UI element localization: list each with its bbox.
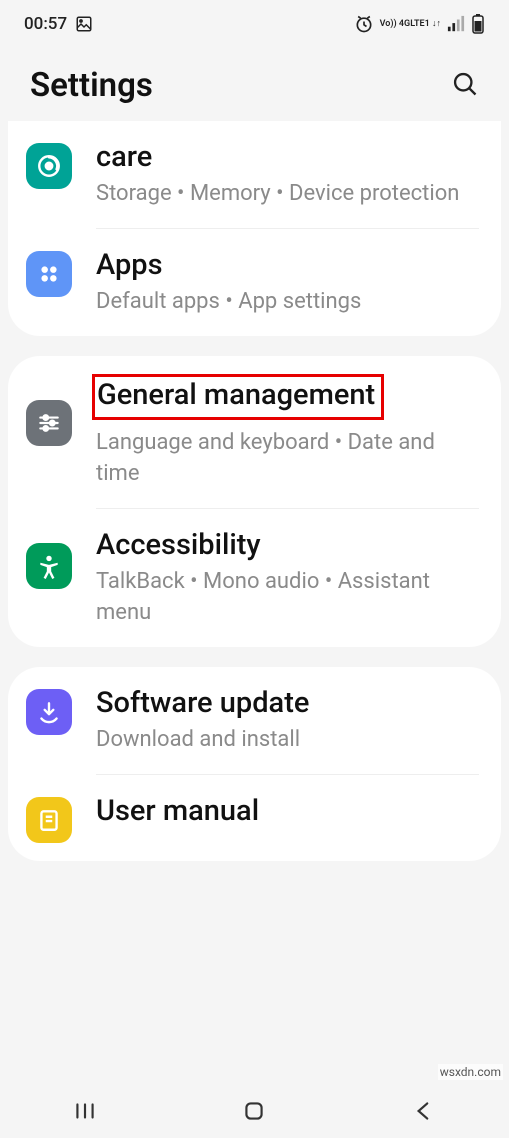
settings-item-user-manual[interactable]: User manual: [8, 775, 501, 861]
item-subtitle: Storage • Memory • Device protection: [96, 179, 479, 210]
item-title: User manual: [96, 793, 479, 829]
settings-group-3: Software update Download and install Use…: [8, 667, 501, 861]
item-title: Software update: [96, 685, 479, 721]
battery-icon: [471, 14, 485, 34]
nav-home-button[interactable]: [214, 1098, 294, 1124]
settings-item-software-update[interactable]: Software update Download and install: [8, 667, 501, 774]
status-left: 00:57: [24, 14, 93, 34]
settings-item-accessibility[interactable]: Accessibility TalkBack • Mono audio • As…: [8, 509, 501, 647]
nav-back-button[interactable]: [384, 1098, 464, 1124]
settings-item-general-management[interactable]: General management Language and keyboard…: [8, 356, 501, 508]
page-title: Settings: [30, 66, 153, 105]
status-bar: 00:57 Vo)) 4GLTE1 ↓↑: [0, 0, 509, 48]
picture-icon: [75, 15, 93, 33]
settings-item-apps[interactable]: Apps Default apps • App settings: [8, 229, 501, 336]
settings-group-2: General management Language and keyboard…: [8, 356, 501, 647]
device-care-icon: [26, 143, 72, 189]
item-title: Accessibility: [96, 527, 479, 563]
item-subtitle: TalkBack • Mono audio • Assistant menu: [96, 567, 479, 629]
item-title: General management: [97, 377, 375, 413]
nav-recents-button[interactable]: [45, 1098, 125, 1124]
item-subtitle: Download and install: [96, 725, 479, 756]
watermark: wsxdn.com: [438, 1064, 503, 1080]
item-title: care: [96, 139, 479, 175]
apps-icon: [26, 251, 72, 297]
user-manual-icon: [26, 797, 72, 843]
general-management-icon: [26, 400, 72, 446]
settings-group-1: care Storage • Memory • Device protectio…: [8, 121, 501, 336]
software-update-icon: [26, 689, 72, 735]
status-time: 00:57: [24, 14, 67, 34]
alarm-icon: [354, 14, 374, 34]
navigation-bar: [0, 1084, 509, 1138]
highlight-box: General management: [92, 374, 384, 420]
header: Settings: [0, 48, 509, 127]
item-subtitle: Default apps • App settings: [96, 287, 479, 318]
network-type-icon: Vo)) 4GLTE1 ↓↑: [380, 20, 441, 29]
signal-icon: [447, 15, 465, 33]
search-icon[interactable]: [451, 70, 479, 102]
status-right: Vo)) 4GLTE1 ↓↑: [354, 14, 485, 34]
item-title: Apps: [96, 247, 479, 283]
settings-item-device-care[interactable]: care Storage • Memory • Device protectio…: [8, 121, 501, 228]
item-subtitle: Language and keyboard • Date and time: [96, 428, 479, 490]
accessibility-icon: [26, 543, 72, 589]
